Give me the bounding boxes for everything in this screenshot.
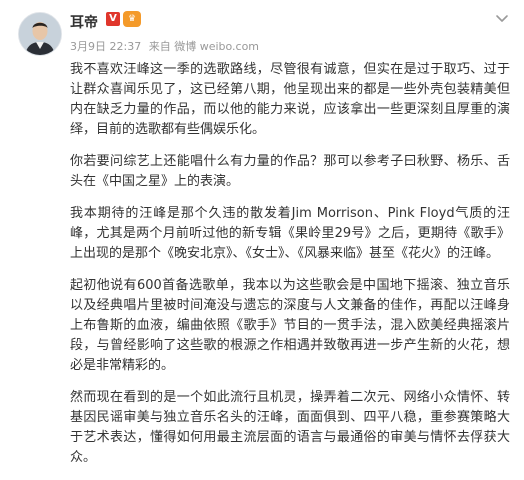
post-content: 我不喜欢汪峰这一季的选歌路线，尽管很有诚意，但实在是过于取巧、过于让群众喜闻乐见… (70, 60, 510, 480)
avatar-photo (19, 13, 61, 55)
post-paragraph: 我本期待的汪峰是那个久违的散发着Jim Morrison、Pink Floyd气… (70, 206, 510, 261)
member-crown-icon[interactable]: ♛ (123, 11, 141, 27)
post-source[interactable]: 来自 微博 weibo.com (149, 40, 259, 53)
post-paragraph: 你若要问综艺上还能唱什么有力量的作品？那可以参考子曰秋野、杨乐、舌头在《中国之星… (70, 154, 510, 189)
chevron-down-icon[interactable] (494, 10, 510, 26)
post-header: 耳帝 V ♛ 3月9日 22:37 来自 微博 weibo.com (0, 0, 524, 60)
post-paragraph: 然而现在看到的是一个如此流行且机灵，操弄着二次元、网络小众情怀、转基因民谣审美与… (70, 390, 510, 465)
verified-badge-icon: V (106, 12, 120, 26)
post-date[interactable]: 3月9日 22:37 (70, 40, 141, 53)
avatar[interactable] (18, 12, 62, 56)
post-paragraph: 起初他说有600首备选歌单，我本以为这些歌会是中国地下摇滚、独立音乐以及经典唱片… (70, 278, 510, 373)
post-paragraph: 我不喜欢汪峰这一季的选歌路线，尽管很有诚意，但实在是过于取巧、过于让群众喜闻乐见… (70, 62, 510, 137)
post-meta: 3月9日 22:37 来自 微博 weibo.com (70, 38, 263, 54)
author-name[interactable]: 耳帝 (70, 12, 98, 32)
